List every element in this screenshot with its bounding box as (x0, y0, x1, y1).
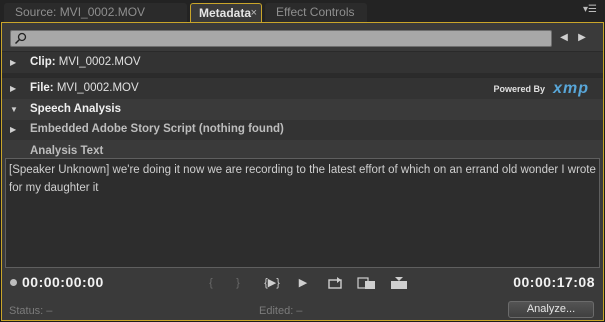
embedded-script-label: Embedded Adobe Story Script (nothing fou… (30, 123, 284, 135)
duration-timecode: 00:00:17:08 (513, 274, 595, 290)
speech-analysis-header[interactable]: ▼ Speech Analysis (2, 102, 603, 119)
close-icon[interactable]: × (251, 4, 257, 22)
expand-triangle-icon[interactable]: ▶ (10, 84, 16, 93)
tab-metadata[interactable]: Metadata × (190, 3, 262, 22)
expand-triangle-icon[interactable]: ▶ (10, 125, 16, 134)
tab-source[interactable]: Source: MVI_0002.MOV (4, 3, 187, 22)
file-key: File: (30, 82, 54, 94)
embedded-script-row[interactable]: ▶ Embedded Adobe Story Script (nothing f… (2, 120, 603, 140)
clip-label: Clip: MVI_0002.MOV (30, 56, 141, 68)
insert-icon[interactable] (357, 276, 377, 290)
tab-metadata-label: Metadata (199, 6, 252, 20)
transport-bar: 00:00:00:00 { } {▶} ▶ 00:00:17:08 (2, 270, 603, 296)
play-in-to-out-icon[interactable]: {▶} (260, 276, 284, 290)
edited-text: Edited: – (259, 305, 303, 317)
file-row[interactable]: ▶ File: MVI_0002.MOV Powered By xmp (2, 77, 603, 99)
analysis-text-area[interactable]: [Speaker Unknown] we're doing it now we … (5, 158, 600, 268)
mark-out-icon[interactable]: } (233, 276, 243, 290)
current-timecode[interactable]: 00:00:00:00 (22, 274, 104, 290)
tab-bar: Source: MVI_0002.MOV Metadata × Effect C… (0, 0, 605, 22)
mark-in-icon[interactable]: { (206, 276, 216, 290)
status-text: Status: – (9, 305, 53, 317)
play-icon[interactable]: ▶ (296, 276, 310, 290)
tab-effect-controls[interactable]: Effect Controls (265, 3, 367, 22)
previous-arrow-icon[interactable]: ◀ (558, 32, 570, 44)
clip-key: Clip: (30, 56, 56, 68)
powered-by-label: Powered By (493, 84, 545, 94)
panel-menu-icon[interactable]: ▾☰ (583, 4, 597, 16)
analysis-text-label: Analysis Text (30, 145, 104, 157)
search-field[interactable] (10, 30, 552, 47)
file-label: File: MVI_0002.MOV (30, 82, 139, 94)
search-input[interactable] (29, 31, 549, 46)
clip-value: MVI_0002.MOV (58, 56, 141, 68)
next-arrow-icon[interactable]: ▶ (576, 32, 588, 44)
collapse-triangle-icon[interactable]: ▼ (10, 105, 18, 114)
search-icon (14, 32, 27, 45)
speech-analysis-title: Speech Analysis (30, 103, 121, 115)
loop-icon[interactable] (327, 276, 343, 290)
xmp-logo-text: xmp (553, 80, 589, 97)
status-bar: Status: – Edited: – Analyze... (2, 299, 603, 320)
expand-triangle-icon[interactable]: ▶ (10, 58, 16, 67)
playhead-icon[interactable] (10, 279, 17, 286)
file-value: MVI_0002.MOV (56, 82, 139, 94)
analyze-button[interactable]: Analyze... (508, 301, 594, 318)
clip-row[interactable]: ▶ Clip: MVI_0002.MOV (2, 51, 603, 73)
metadata-panel: ◀ ▶ ▶ Clip: MVI_0002.MOV ▶ File: MVI_000… (1, 22, 604, 321)
overwrite-icon[interactable] (389, 276, 409, 290)
